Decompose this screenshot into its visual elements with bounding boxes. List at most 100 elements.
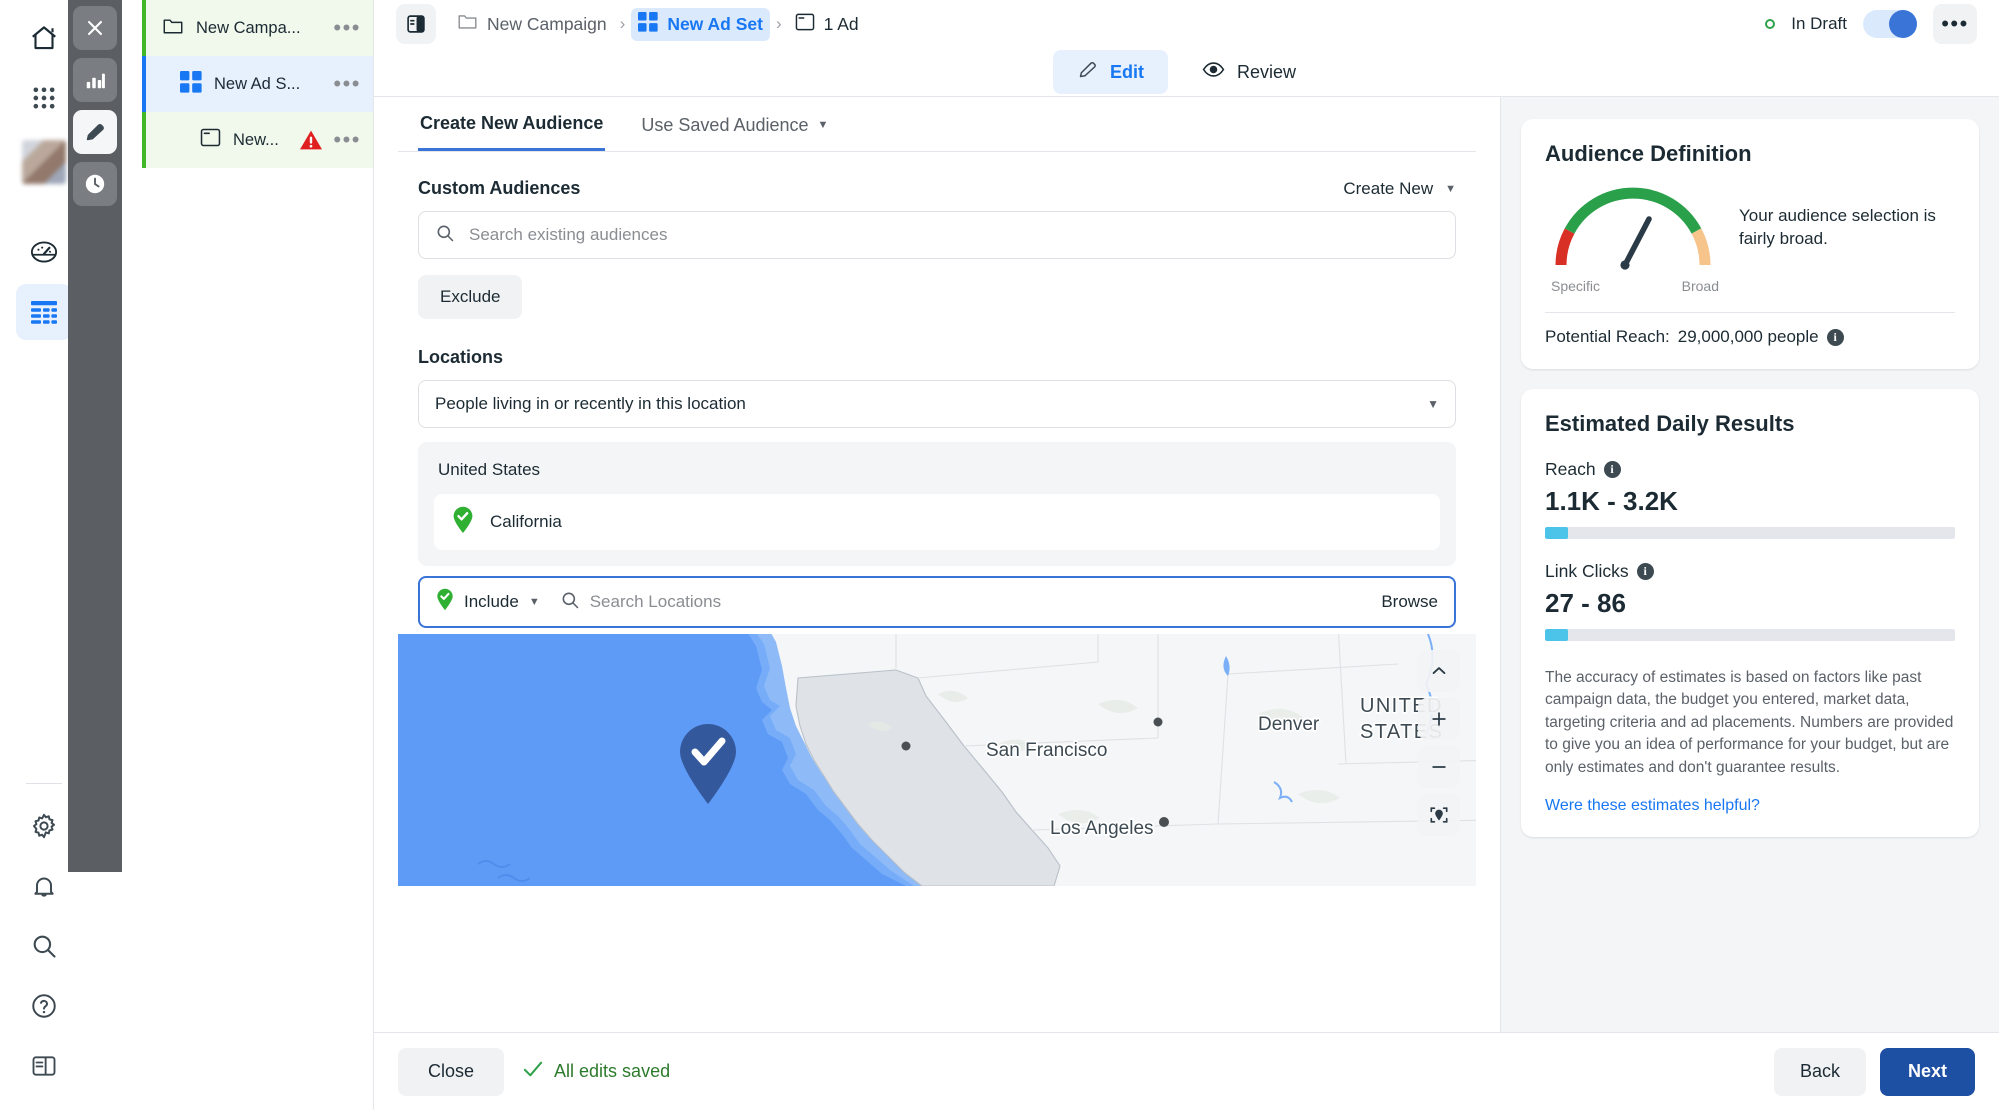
browse-locations-button[interactable]: Browse — [1381, 592, 1438, 612]
clock-icon[interactable] — [73, 162, 117, 206]
help-icon[interactable] — [16, 978, 72, 1034]
chevron-down-icon: ▼ — [528, 596, 540, 608]
estimates-feedback-link[interactable]: Were these estimates helpful? — [1545, 797, 1955, 815]
row-status-stripe — [142, 112, 146, 168]
zoom-in-icon[interactable] — [1418, 698, 1460, 740]
edit-review-bar: Edit Review — [374, 48, 1999, 96]
gauge-axis-labels: Specific Broad — [1545, 278, 1725, 294]
metric-label-link-clicks: Link Clicks i — [1545, 561, 1955, 582]
panel-icon[interactable] — [16, 1038, 72, 1094]
create-new-label: Create New — [1343, 178, 1434, 198]
metric-bar-reach — [1545, 527, 1955, 539]
exclude-button[interactable]: Exclude — [418, 275, 523, 319]
info-icon[interactable]: i — [1636, 563, 1654, 580]
adset-grid-icon — [638, 11, 658, 37]
tree-row-label: New Campa... — [196, 18, 301, 37]
location-include-search-bar[interactable]: Include ▼ Search Locations Browse — [418, 576, 1456, 628]
warning-icon — [299, 129, 323, 151]
account-avatar[interactable] — [22, 140, 66, 184]
audience-breadth-message: Your audience selection is fairly broad. — [1739, 206, 1936, 248]
edit-label: Edit — [1109, 61, 1144, 82]
location-mode-select[interactable]: People living in or recently in this loc… — [418, 380, 1456, 428]
review-button[interactable]: Review — [1178, 50, 1320, 94]
custom-audiences-section: Custom Audiences Create New ▼ Search exi… — [398, 178, 1476, 628]
row-menu-button[interactable]: ••• — [333, 17, 361, 39]
tree-row-label: New Ad S... — [214, 74, 301, 93]
check-icon — [522, 1060, 544, 1083]
grid-apps-icon[interactable] — [16, 70, 72, 126]
create-new-button[interactable]: Create New ▼ — [1343, 179, 1456, 199]
close-icon[interactable] — [73, 6, 117, 50]
more-menu-button[interactable]: ••• — [1933, 4, 1977, 44]
metric-bar-fill — [1545, 527, 1568, 539]
tree-row-campaign[interactable]: New Campa... ••• — [142, 0, 373, 56]
row-menu-button[interactable]: ••• — [333, 129, 361, 151]
draft-toggle[interactable] — [1863, 10, 1917, 38]
close-button[interactable]: Close — [398, 1047, 505, 1096]
zoom-out-icon[interactable] — [1418, 746, 1460, 788]
audience-definition-card: Audience Definition Specific Broad Your … — [1521, 119, 1979, 369]
breadcrumb-separator: › — [619, 14, 626, 33]
map-label-los-angeles: Los Angeles — [1050, 818, 1154, 839]
estimated-results-card: Estimated Daily Results Reach i 1.1K - 3… — [1521, 389, 1979, 838]
ad-icon — [200, 127, 221, 153]
collapse-map-icon[interactable] — [1418, 650, 1460, 692]
map-canvas: San Francisco Los Angeles Denver UNITED … — [398, 634, 1476, 886]
potential-reach-row: Potential Reach: 29,000,000 people i — [1545, 327, 1955, 347]
location-item-california[interactable]: California — [434, 494, 1440, 550]
locate-pin-icon[interactable] — [1418, 794, 1460, 836]
info-icon[interactable]: i — [1603, 461, 1621, 478]
audience-gauge-row: Specific Broad Your audience selection i… — [1545, 179, 1955, 294]
bell-icon[interactable] — [16, 858, 72, 914]
info-icon[interactable]: i — [1826, 328, 1844, 346]
audience-tabs: Create New Audience Use Saved Audience ▼ — [398, 97, 1476, 152]
row-menu-button[interactable]: ••• — [333, 73, 361, 95]
pencil-icon[interactable] — [73, 110, 117, 154]
tab-label: Create New Audience — [420, 113, 604, 133]
save-status: All edits saved — [522, 1060, 670, 1083]
dark-vertical-toolbar — [68, 0, 122, 872]
table-icon[interactable] — [16, 284, 72, 340]
search-icon[interactable] — [16, 918, 72, 974]
tree-row-ad[interactable]: New... ••• — [142, 112, 373, 168]
tree-row-label: New... — [233, 130, 279, 149]
rail-divider — [26, 783, 62, 784]
tab-use-saved-audience[interactable]: Use Saved Audience ▼ — [639, 97, 830, 151]
audience-search-input[interactable]: Search existing audiences — [418, 211, 1456, 259]
review-label: Review — [1236, 61, 1297, 82]
gauge-label-specific: Specific — [1551, 278, 1601, 294]
status-badge: In Draft — [1791, 14, 1847, 33]
search-icon — [435, 223, 455, 248]
location-search-placeholder: Search Locations — [589, 592, 722, 611]
ads-manager-window: New Campa... ••• New Ad S... ••• New... … — [0, 0, 1999, 1110]
panel-toggle-icon[interactable] — [396, 4, 436, 44]
home-icon[interactable] — [16, 10, 72, 66]
metric-label-text: Link Clicks — [1545, 561, 1629, 581]
back-button[interactable]: Back — [1773, 1047, 1866, 1096]
map-label-san-francisco: San Francisco — [986, 740, 1107, 761]
gear-icon[interactable] — [16, 798, 72, 854]
row-status-stripe — [142, 0, 146, 56]
toggle-knob — [1889, 10, 1917, 38]
campaign-tree-sidebar: New Campa... ••• New Ad S... ••• New... … — [142, 0, 374, 1110]
location-country-label: United States — [438, 460, 541, 479]
breadcrumb-label: 1 Ad — [823, 13, 859, 34]
metric-value-reach: 1.1K - 3.2K — [1545, 486, 1678, 516]
breadcrumb-label: New Campaign — [487, 13, 607, 34]
next-button[interactable]: Next — [1879, 1047, 1975, 1096]
tab-create-new-audience[interactable]: Create New Audience — [418, 97, 606, 151]
estimated-results-title: Estimated Daily Results — [1545, 411, 1795, 436]
locations-map[interactable]: San Francisco Los Angeles Denver UNITED … — [398, 634, 1476, 886]
speedometer-icon[interactable] — [16, 224, 72, 280]
location-item-label: California — [490, 512, 562, 531]
edit-button[interactable]: Edit — [1052, 50, 1168, 94]
breadcrumb-item-ad[interactable]: 1 Ad — [788, 8, 866, 41]
breadcrumb-label: New Ad Set — [667, 13, 763, 34]
folder-icon — [457, 12, 478, 36]
bar-chart-icon[interactable] — [73, 58, 117, 102]
topbar-right-group: In Draft ••• — [1765, 4, 1977, 44]
tree-row-adset[interactable]: New Ad S... ••• — [142, 56, 373, 112]
breadcrumb-item-campaign[interactable]: New Campaign — [450, 8, 614, 40]
breadcrumb-item-adset[interactable]: New Ad Set — [631, 7, 770, 41]
estimates-side-panel: Audience Definition Specific Broad Your … — [1501, 96, 1999, 1110]
